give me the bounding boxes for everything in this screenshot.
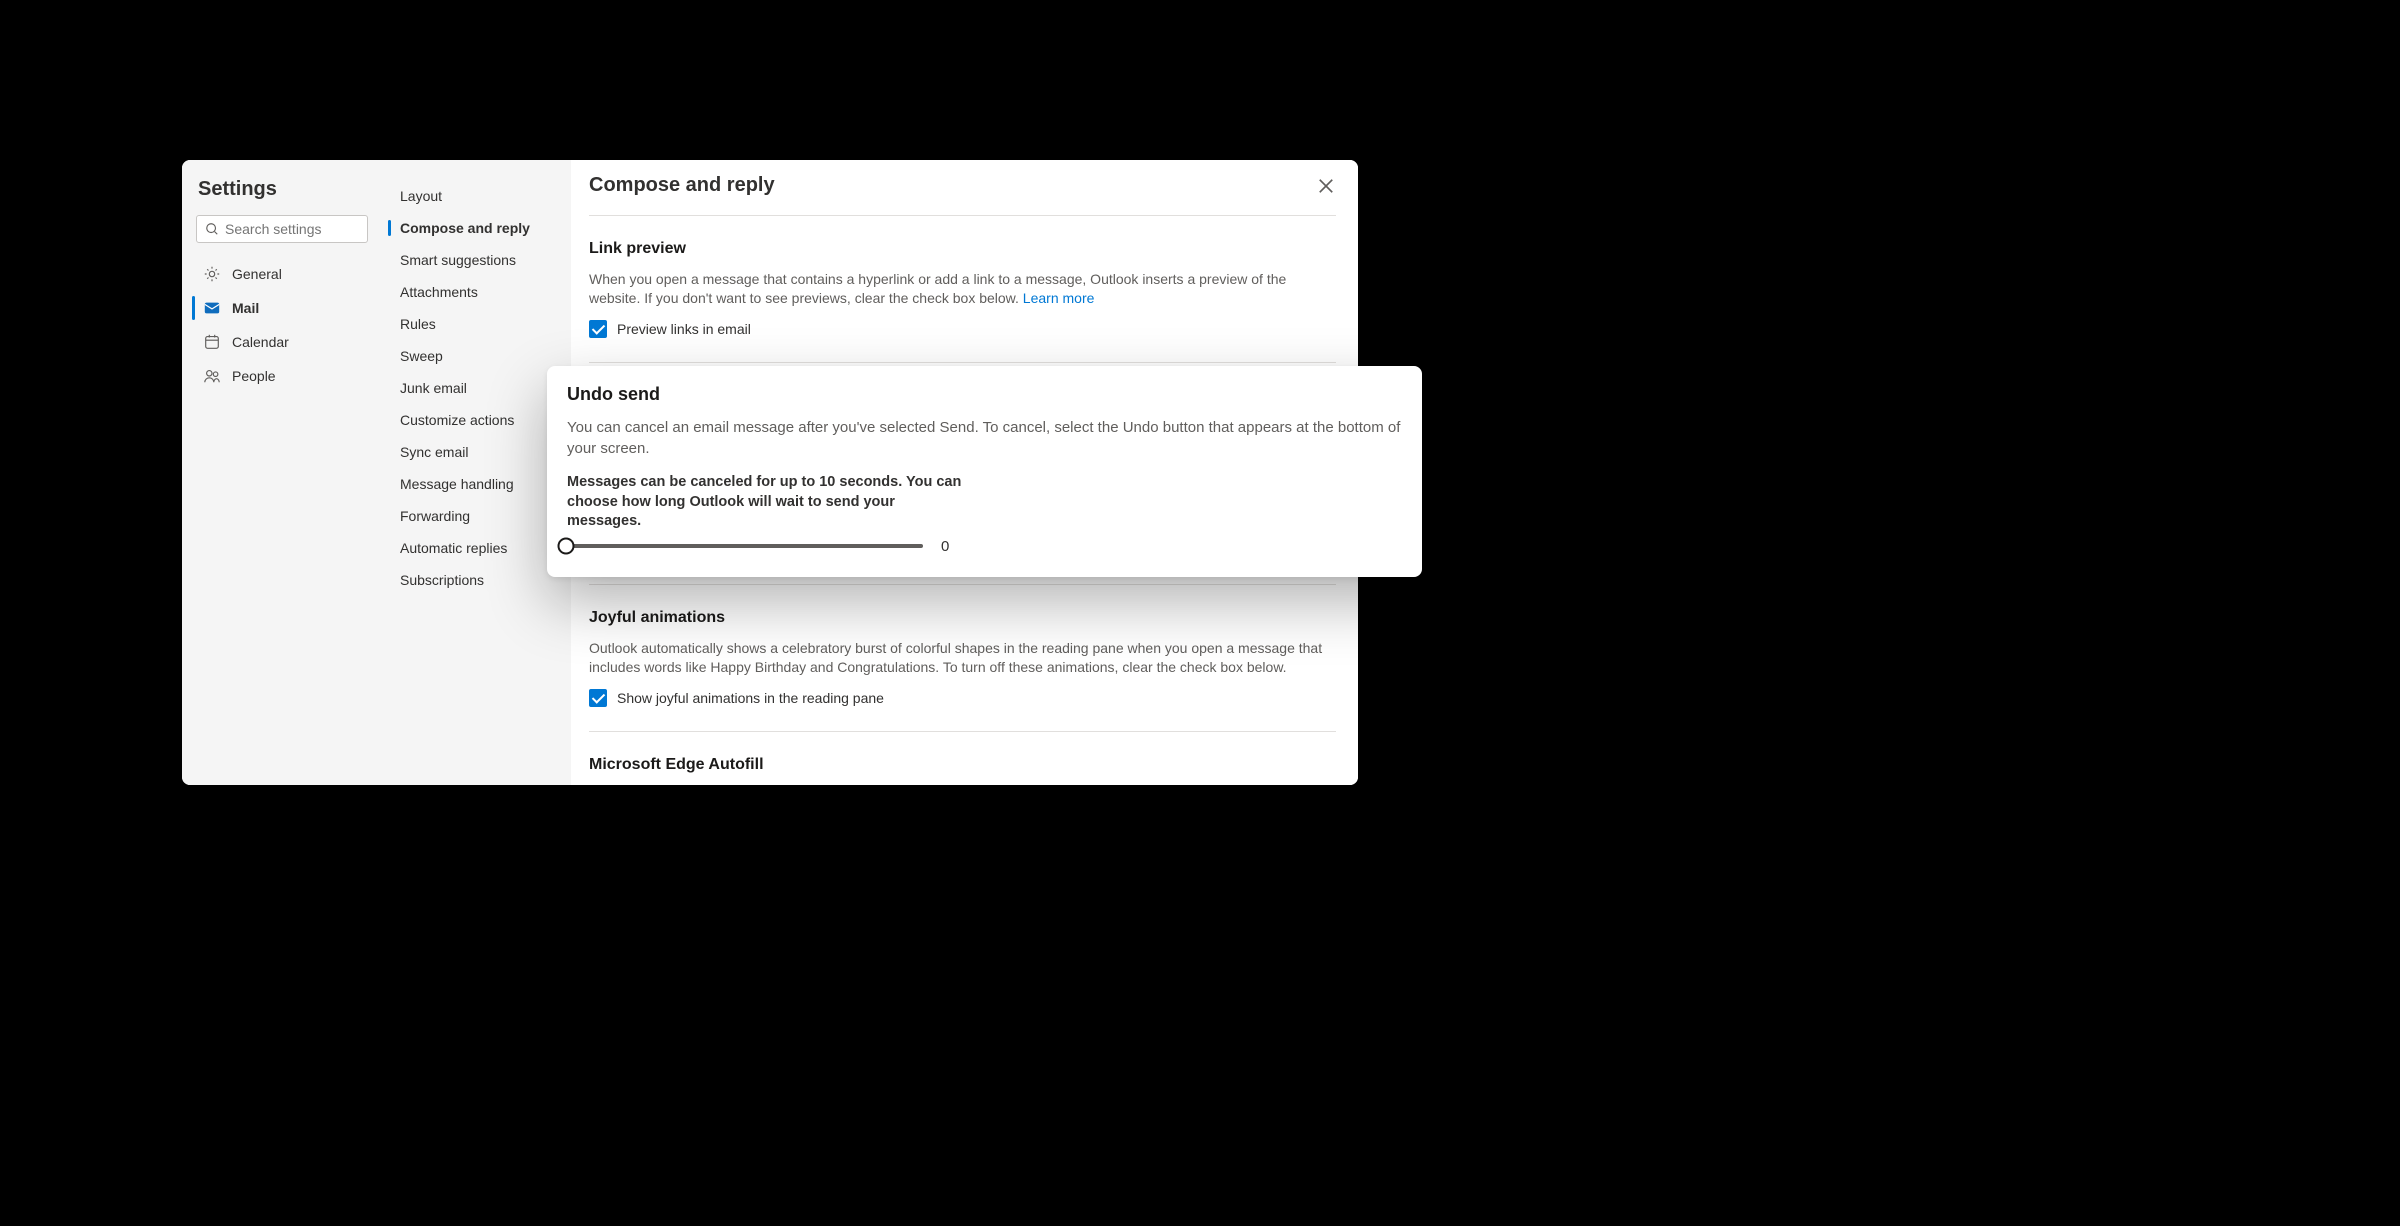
subnav-subscriptions[interactable]: Subscriptions: [378, 564, 571, 596]
joyful-desc: Outlook automatically shows a celebrator…: [589, 639, 1336, 677]
section-link-preview: Link preview When you open a message tha…: [589, 240, 1336, 363]
subnav-layout[interactable]: Layout: [378, 180, 571, 212]
subnav-automatic-replies[interactable]: Automatic replies: [378, 532, 571, 564]
nav-label: People: [232, 368, 276, 384]
close-icon[interactable]: [1316, 176, 1336, 196]
link-preview-checkbox[interactable]: [589, 320, 607, 338]
joyful-checkbox-label: Show joyful animations in the reading pa…: [617, 690, 884, 706]
settings-nav: General Mail Calendar People: [196, 257, 368, 393]
section-edge-autofill: Microsoft Edge Autofill Outlook can make…: [589, 756, 1336, 785]
nav-label: Mail: [232, 300, 259, 316]
nav-label: General: [232, 266, 282, 282]
undo-send-slider[interactable]: [567, 544, 923, 548]
sidebar-left: Settings General Mail Calendar People: [182, 160, 378, 785]
undo-send-instruction: Messages can be canceled for up to 10 se…: [567, 473, 967, 532]
subnav-junk-email[interactable]: Junk email: [378, 372, 571, 404]
subnav-sweep[interactable]: Sweep: [378, 340, 571, 372]
gear-icon: [203, 265, 221, 283]
subnav-message-handling[interactable]: Message handling: [378, 468, 571, 500]
joyful-title: Joyful animations: [589, 609, 1336, 627]
subnav-forwarding[interactable]: Forwarding: [378, 500, 571, 532]
people-icon: [203, 367, 221, 385]
settings-title: Settings: [196, 178, 368, 201]
slider-thumb[interactable]: [558, 538, 575, 555]
calendar-icon: [203, 333, 221, 351]
subnav-smart-suggestions[interactable]: Smart suggestions: [378, 244, 571, 276]
link-preview-desc: When you open a message that contains a …: [589, 270, 1336, 308]
link-preview-learn-more[interactable]: Learn more: [1023, 290, 1095, 306]
mail-subnav: Layout Compose and reply Smart suggestio…: [378, 180, 571, 596]
search-box[interactable]: [196, 215, 368, 243]
joyful-checkbox[interactable]: [589, 689, 607, 707]
nav-calendar[interactable]: Calendar: [196, 325, 368, 359]
undo-send-title: Undo send: [567, 384, 1402, 405]
mail-icon: [203, 299, 221, 317]
undo-send-desc: You can cancel an email message after yo…: [567, 417, 1402, 459]
sidebar-mid: Layout Compose and reply Smart suggestio…: [378, 160, 571, 785]
subnav-customize-actions[interactable]: Customize actions: [378, 404, 571, 436]
nav-general[interactable]: General: [196, 257, 368, 291]
main-title: Compose and reply: [589, 174, 775, 197]
nav-label: Calendar: [232, 334, 289, 350]
subnav-compose-reply[interactable]: Compose and reply: [378, 212, 571, 244]
link-preview-title: Link preview: [589, 240, 1336, 258]
search-icon: [205, 222, 219, 236]
nav-mail[interactable]: Mail: [196, 291, 368, 325]
section-joyful-animations: Joyful animations Outlook automatically …: [589, 609, 1336, 732]
link-preview-checkbox-label: Preview links in email: [617, 321, 751, 337]
edge-title: Microsoft Edge Autofill: [589, 756, 1336, 774]
subnav-sync-email[interactable]: Sync email: [378, 436, 571, 468]
nav-people[interactable]: People: [196, 359, 368, 393]
subnav-attachments[interactable]: Attachments: [378, 276, 571, 308]
undo-send-slider-value: 0: [941, 538, 949, 555]
undo-send-popout: Undo send You can cancel an email messag…: [547, 366, 1422, 577]
subnav-rules[interactable]: Rules: [378, 308, 571, 340]
undo-send-slider-row: 0: [567, 538, 1402, 555]
main-header: Compose and reply: [589, 174, 1336, 216]
